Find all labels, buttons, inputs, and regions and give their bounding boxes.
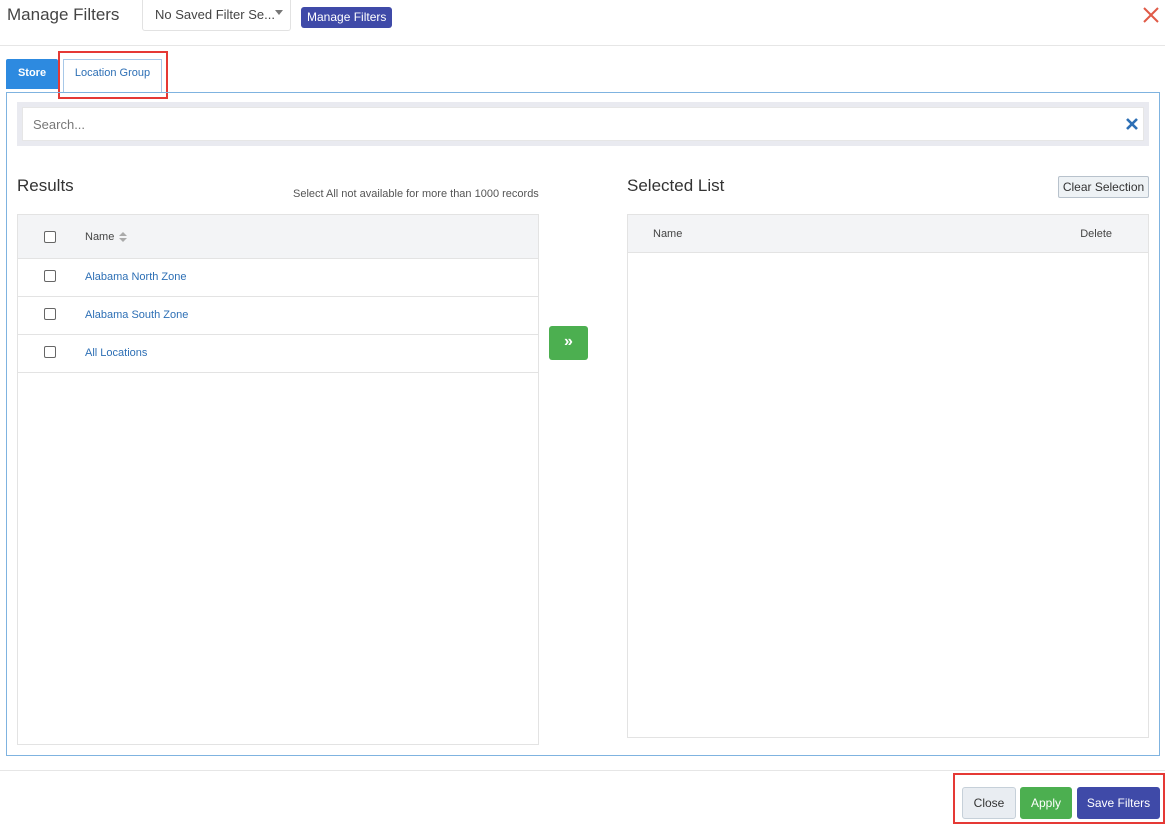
tab-location-group[interactable]: Location Group — [63, 59, 162, 93]
footer-divider — [0, 770, 1165, 771]
apply-button[interactable]: Apply — [1020, 787, 1072, 819]
select-all-checkbox[interactable] — [44, 231, 56, 243]
clear-selection-button[interactable]: Clear Selection — [1058, 176, 1149, 198]
result-link[interactable]: All Locations — [85, 347, 147, 359]
results-table: Name Alabama North Zone Alabama South Zo… — [17, 214, 539, 745]
chevron-down-icon — [275, 10, 283, 15]
selected-table-header: Name Delete — [628, 215, 1148, 253]
tab-store[interactable]: Store — [6, 59, 58, 89]
selected-table: Name Delete — [627, 214, 1149, 738]
table-row: Alabama North Zone — [18, 259, 538, 297]
name-column-label: Name — [85, 231, 115, 243]
result-link[interactable]: Alabama South Zone — [85, 309, 188, 321]
double-chevron-right-icon: » — [564, 333, 573, 350]
move-to-selected-button[interactable]: » — [549, 326, 588, 360]
saved-filter-value: No Saved Filter Se... — [155, 7, 275, 22]
table-row: Alabama South Zone — [18, 297, 538, 335]
close-button[interactable]: Close — [962, 787, 1016, 819]
name-column-header[interactable]: Name — [85, 231, 128, 243]
clear-search-icon[interactable] — [1125, 117, 1139, 131]
save-filters-button[interactable]: Save Filters — [1077, 787, 1160, 819]
page-title: Manage Filters — [7, 5, 120, 24]
saved-filter-select[interactable]: No Saved Filter Se... — [142, 0, 291, 31]
results-table-header: Name — [18, 215, 538, 259]
result-link[interactable]: Alabama North Zone — [85, 271, 187, 283]
sort-icon — [119, 232, 128, 243]
select-all-note: Select All not available for more than 1… — [293, 188, 539, 200]
close-icon[interactable] — [1140, 4, 1162, 26]
row-checkbox[interactable] — [44, 308, 56, 320]
modal-header: Manage Filters No Saved Filter Se... Man… — [0, 0, 1165, 46]
results-title: Results — [17, 176, 74, 195]
selected-list-title: Selected List — [627, 176, 725, 195]
row-checkbox[interactable] — [44, 346, 56, 358]
row-checkbox[interactable] — [44, 270, 56, 282]
selected-delete-column: Delete — [1080, 228, 1112, 240]
selected-name-column: Name — [653, 228, 683, 240]
search-bar — [17, 102, 1149, 146]
manage-filters-button[interactable]: Manage Filters — [301, 7, 393, 28]
search-input[interactable] — [22, 107, 1144, 141]
table-row: All Locations — [18, 335, 538, 373]
